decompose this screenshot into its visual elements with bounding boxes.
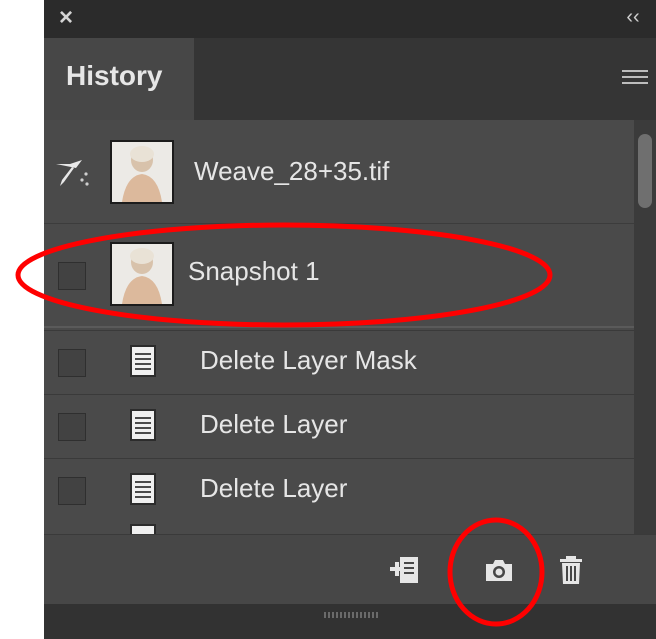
history-toolbar <box>44 534 656 605</box>
history-state-label: Delete Layer <box>200 473 348 503</box>
history-brush-icon[interactable] <box>52 158 92 188</box>
document-icon <box>130 524 156 534</box>
history-state-row[interactable]: Delete Layer <box>44 458 634 522</box>
history-state-label: Delete Layer Mask <box>200 345 417 375</box>
snapshot-row-original[interactable]: Weave_28+35.tif <box>44 120 634 224</box>
close-icon[interactable]: × <box>52 4 80 32</box>
history-list: Weave_28+35.tif Snapshot 1 Delete Layer … <box>44 120 634 534</box>
history-source-checkbox[interactable] <box>58 477 86 505</box>
tab-strip: History <box>44 38 656 120</box>
panel-menu-icon[interactable] <box>622 58 648 94</box>
snapshot-label: Weave_28+35.tif <box>194 156 390 186</box>
new-document-from-state-icon[interactable] <box>388 553 422 587</box>
history-scrollbar[interactable] <box>634 120 656 534</box>
camera-icon[interactable] <box>482 553 516 587</box>
document-icon <box>130 473 156 505</box>
collapse-icon[interactable]: ‹‹ <box>618 4 648 32</box>
trash-icon[interactable] <box>554 553 588 587</box>
document-icon <box>130 345 156 377</box>
scrollbar-thumb[interactable] <box>638 134 652 208</box>
history-source-checkbox[interactable] <box>58 349 86 377</box>
tab-history[interactable]: History <box>44 38 194 120</box>
resize-grip-icon[interactable] <box>324 612 380 618</box>
panel-title-bar: × ‹‹ <box>44 0 656 38</box>
history-source-checkbox[interactable] <box>58 262 86 290</box>
document-icon <box>130 409 156 441</box>
snapshot-thumbnail <box>110 242 174 306</box>
snapshot-thumbnail <box>110 140 174 204</box>
snapshot-row-snapshot-1[interactable]: Snapshot 1 <box>44 224 634 328</box>
snapshot-label: Snapshot 1 <box>188 256 320 286</box>
panel-resize-area[interactable] <box>44 604 656 639</box>
history-panel: × ‹‹ History Weave_28+35.tif Snapshot 1 … <box>44 0 656 639</box>
history-state-label: Delete Layer <box>200 409 348 439</box>
history-state-row[interactable]: Delete Layer <box>44 394 634 458</box>
history-source-checkbox[interactable] <box>58 413 86 441</box>
history-state-row[interactable]: Delete Layer Mask <box>44 330 634 394</box>
